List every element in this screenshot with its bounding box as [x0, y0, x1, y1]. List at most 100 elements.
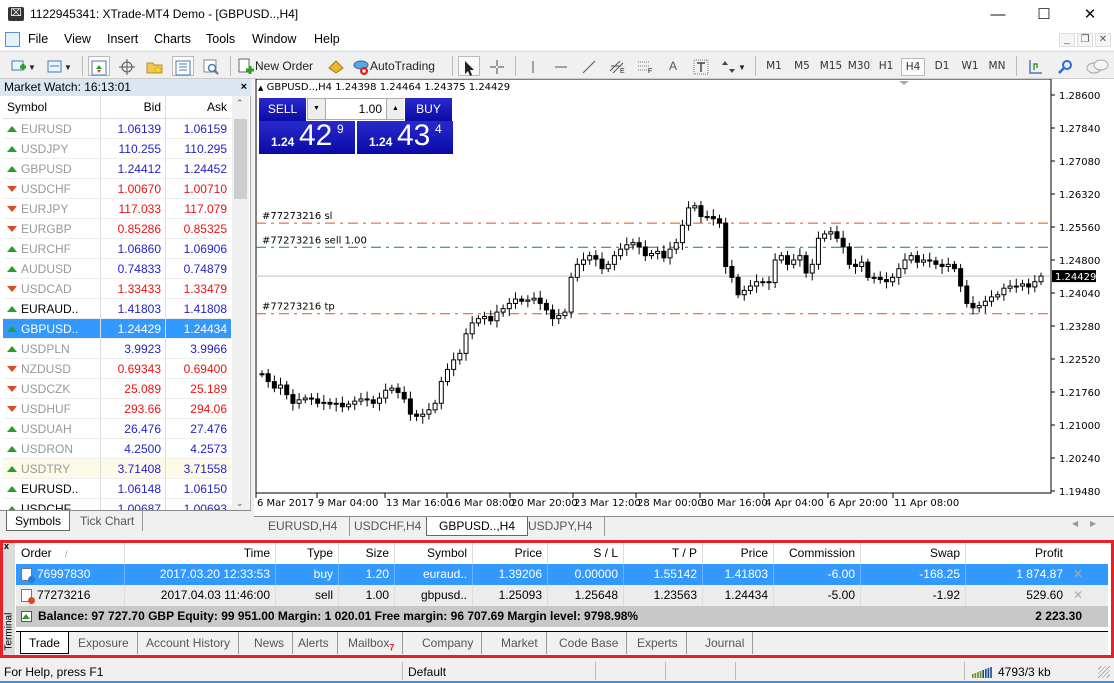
crosshair-tool[interactable] — [486, 56, 508, 76]
terminal-close-button[interactable]: x — [4, 541, 9, 551]
market-watch-row[interactable]: EURAUD.. 1.41803 1.41808 — [3, 299, 231, 319]
market-watch-scroll-thumb[interactable] — [234, 119, 247, 199]
volume-increase-button[interactable]: ▲ — [386, 99, 404, 119]
column-commission[interactable]: Commission — [774, 543, 861, 564]
close-order-icon[interactable]: ✕ — [1068, 564, 1088, 585]
text-label-tool[interactable] — [690, 56, 712, 76]
column-current-price[interactable]: Price — [703, 543, 774, 564]
terminal-tab-exposure[interactable]: Exposure — [70, 632, 138, 654]
market-watch-row[interactable]: NZDUSD 0.69343 0.69400 — [3, 359, 231, 379]
close-order-icon[interactable]: ✕ — [1068, 585, 1088, 606]
column-swap[interactable]: Swap — [861, 543, 966, 564]
data-window-button[interactable] — [116, 56, 138, 76]
terminal-toggle[interactable] — [172, 56, 194, 76]
market-watch-row[interactable]: USDRON 4.2500 4.2573 — [3, 439, 231, 459]
terminal-tab-journal[interactable]: Journal — [697, 632, 754, 654]
menu-help[interactable]: Help — [312, 32, 342, 46]
menu-file[interactable]: File — [26, 32, 50, 46]
tabs-scroll-right-icon[interactable]: ▶ — [1090, 519, 1096, 528]
terminal-tab-account-history[interactable]: Account History — [138, 632, 240, 654]
equidistant-channel-tool[interactable]: E — [606, 56, 628, 76]
terminal-tab-market[interactable]: Market — [493, 632, 547, 654]
menu-view[interactable]: View — [62, 32, 93, 46]
terminal-tab-company[interactable]: Company — [414, 632, 483, 654]
vertical-line-tool[interactable] — [522, 56, 544, 76]
mdi-close-button[interactable]: ✕ — [1095, 33, 1111, 47]
order-row[interactable]: 76997830 2017.03.20 12:33:53 buy 1.20 euraud… — [16, 564, 1108, 585]
market-watch-row[interactable]: EURUSD.. 1.06148 1.06150 — [3, 479, 231, 499]
market-watch-row[interactable]: GBPUSD 1.24412 1.24452 — [3, 159, 231, 179]
terminal-tab-alerts[interactable]: Alerts — [290, 632, 338, 654]
column-symbol[interactable]: Symbol — [3, 96, 101, 118]
column-price[interactable]: Price — [473, 543, 548, 564]
column-tp[interactable]: T / P — [624, 543, 703, 564]
market-watch-row[interactable]: USDCAD 1.33433 1.33479 — [3, 279, 231, 299]
column-size[interactable]: Size — [339, 543, 395, 564]
mdi-minimize-button[interactable]: _ — [1059, 33, 1075, 47]
column-bid[interactable]: Bid — [101, 96, 166, 118]
timeframe-h1[interactable]: H1 — [874, 58, 898, 76]
menu-window[interactable]: Window — [250, 32, 298, 46]
timeframe-w1[interactable]: W1 — [958, 58, 982, 76]
column-symbol[interactable]: Symbol — [395, 543, 473, 564]
volume-input[interactable]: ▼ 1.00 ▲ — [307, 98, 404, 120]
menu-insert[interactable]: Insert — [105, 32, 140, 46]
timeframe-mn[interactable]: MN — [985, 58, 1009, 76]
fibonacci-tool[interactable]: F — [634, 56, 656, 76]
chart-tab-eurusd[interactable]: EURUSD,H4 — [256, 517, 351, 536]
market-watch-row[interactable]: EURJPY 117.033 117.079 — [3, 199, 231, 219]
market-watch-row[interactable]: EURCHF 1.06860 1.06906 — [3, 239, 231, 259]
document-icon[interactable] — [5, 32, 20, 47]
market-watch-row[interactable]: AUDUSD 0.74833 0.74879 — [3, 259, 231, 279]
tab-tick-chart[interactable]: Tick Chart — [72, 511, 144, 531]
timeframe-m30[interactable]: M30 — [845, 58, 873, 76]
market-watch-row[interactable]: USDHUF 293.66 294.06 — [3, 399, 231, 419]
cursor-tool[interactable] — [458, 56, 480, 76]
autotrading-button[interactable]: AutoTrading — [352, 56, 444, 76]
strategy-tester-button[interactable] — [200, 56, 222, 76]
menu-tools[interactable]: Tools — [204, 32, 237, 46]
menu-charts[interactable]: Charts — [152, 32, 193, 46]
volume-decrease-button[interactable]: ▼ — [308, 99, 326, 119]
market-watch-row[interactable]: USDCHF 1.00670 1.00710 — [3, 179, 231, 199]
chart-window[interactable]: 1.28600 1.27840 1.27080 1.26320 1.25560 1.248… — [254, 79, 1114, 517]
chat-button[interactable] — [1084, 56, 1110, 76]
period-separators-button[interactable] — [1024, 56, 1046, 76]
text-tool[interactable]: A — [662, 56, 684, 76]
market-watch-row[interactable]: USDUAH 26.476 27.476 — [3, 419, 231, 439]
timeframe-m15[interactable]: M15 — [817, 58, 845, 76]
terminal-tab-experts[interactable]: Experts — [629, 632, 687, 654]
buy-price-button[interactable]: 1.24 43 4 — [357, 119, 453, 154]
market-watch-row[interactable]: USDCZK 25.089 25.189 — [3, 379, 231, 399]
market-watch-row[interactable]: USDPLN 3.9923 3.9966 — [3, 339, 231, 359]
market-watch-row[interactable]: GBPUSD.. 1.24429 1.24434 — [3, 319, 231, 339]
chart-tab-usdchf[interactable]: USDCHF,H4 — [342, 517, 435, 536]
close-button[interactable]: ✕ — [1067, 0, 1113, 30]
timeframe-h4[interactable]: H4 — [901, 58, 925, 76]
sell-price-button[interactable]: 1.24 42 9 — [259, 119, 355, 154]
buy-button[interactable]: BUY — [405, 98, 452, 121]
horizontal-line-tool[interactable] — [550, 56, 572, 76]
market-watch-close-button[interactable]: × — [241, 79, 247, 96]
search-button[interactable] — [1054, 56, 1076, 76]
minimize-button[interactable]: — — [975, 0, 1021, 30]
profiles-button[interactable]: ▼ — [44, 56, 74, 76]
chart-tab-gbpusd[interactable]: GBPUSD..,H4 — [426, 517, 529, 536]
collapse-arrow-icon[interactable]: ▲ — [258, 84, 263, 92]
trendline-tool[interactable] — [578, 56, 600, 76]
terminal-tab-mailbox[interactable]: Mailbox7 — [340, 632, 404, 654]
column-profit[interactable]: Profit — [966, 543, 1068, 564]
sell-button[interactable]: SELL — [259, 98, 306, 121]
arrows-tool[interactable]: ▼ — [718, 56, 748, 76]
maximize-button[interactable]: ☐ — [1021, 0, 1067, 30]
column-ask[interactable]: Ask — [166, 96, 231, 118]
tabs-scroll-left-icon[interactable]: ◀ — [1072, 519, 1078, 528]
resize-grip-icon[interactable] — [1098, 666, 1110, 678]
column-order[interactable]: Order / — [16, 543, 125, 564]
tab-symbols[interactable]: Symbols — [6, 511, 71, 531]
market-watch-row[interactable]: EURGBP 0.85286 0.85325 — [3, 219, 231, 239]
column-type[interactable]: Type — [276, 543, 339, 564]
metaeditor-button[interactable] — [325, 56, 347, 76]
column-time[interactable]: Time — [125, 543, 276, 564]
new-chart-button[interactable]: ▼ — [8, 56, 38, 76]
